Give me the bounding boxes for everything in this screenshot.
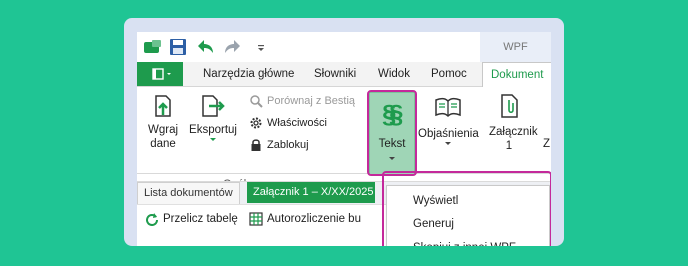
tab-pomoc[interactable]: Pomoc [431,62,467,86]
gear-icon [250,117,262,129]
objasnienia-button[interactable]: Objaśnienia [418,95,479,145]
eksportuj-button[interactable]: Eksportuj [187,93,239,141]
tab-dokument[interactable]: Dokument [482,62,551,87]
customize-qat-icon[interactable] [257,38,265,56]
app-window: WPF Narzędzia główne Słowniki Widok Pomo… [137,32,551,246]
objasnienia-label: Objaśnienia [418,128,479,140]
tab-slowniki[interactable]: Słowniki [314,62,356,86]
eksportuj-label: Eksportuj [189,124,237,136]
table-icon [249,212,263,226]
wgraj-label-2: dane [150,138,176,150]
zalacznik-1-button[interactable]: Załącznik 1 [489,93,538,153]
export-icon [202,95,225,117]
book-icon [435,97,461,118]
tab-narzedzia-glowne[interactable]: Narzędzia główne [203,62,294,86]
przelicz-tabele-button[interactable]: Przelicz tabelę [145,210,238,228]
app-logo-icon [144,40,161,53]
przelicz-label: Przelicz tabelę [163,213,238,225]
zalacznik-label-1: Załącznik [489,126,538,138]
refresh-icon [146,212,158,226]
screenshot-card: WPF Narzędzia główne Słowniki Widok Pomo… [124,18,564,246]
menu-highlight-frame [382,171,551,246]
undo-icon[interactable] [195,38,215,56]
zablokuj-label: Zablokuj [267,139,309,151]
porownaj-label: Porównaj z Bestią [267,95,356,107]
wlasciwosci-button[interactable]: Właściwości [249,115,327,131]
lock-icon [251,139,261,152]
quick-access-toolbar: WPF [137,32,551,62]
context-tab-wpf: WPF [480,32,551,62]
porownaj-button[interactable]: Porównaj z Bestią [249,93,355,109]
autorozliczenie-button[interactable]: Autorozliczenie bu [249,210,367,228]
tab-widok[interactable]: Widok [378,62,410,86]
redo-icon[interactable] [223,38,243,56]
tekst-highlight-frame [367,90,417,176]
magnifier-icon [250,95,263,108]
wgraj-dane-button[interactable]: Wgraj dane [145,93,181,151]
wgraj-label-1: Wgraj [147,124,179,136]
autorozliczenie-label: Autorozliczenie bu [267,213,361,225]
tab-zalacznik-1[interactable]: Załącznik 1 – X/XX/2025 [247,182,375,203]
eksportuj-dropdown-caret [210,138,216,141]
save-icon[interactable] [169,38,187,56]
file-menu-icon [152,68,171,80]
tab-lista-dokumentow[interactable]: Lista dokumentów [137,182,240,205]
next-button-cut[interactable]: Z [543,136,550,152]
file-menu-button[interactable] [137,62,183,86]
zalacznik-label-2: 1 [505,140,513,152]
wlasciwosci-label: Właściwości [267,117,327,129]
import-icon [155,95,171,117]
zablokuj-button[interactable]: Zablokuj [249,137,309,153]
attachment-icon [501,94,518,118]
objasnienia-dropdown-caret [445,142,451,145]
ribbon-tabs: Narzędzia główne Słowniki Widok Pomoc Do… [137,62,551,87]
